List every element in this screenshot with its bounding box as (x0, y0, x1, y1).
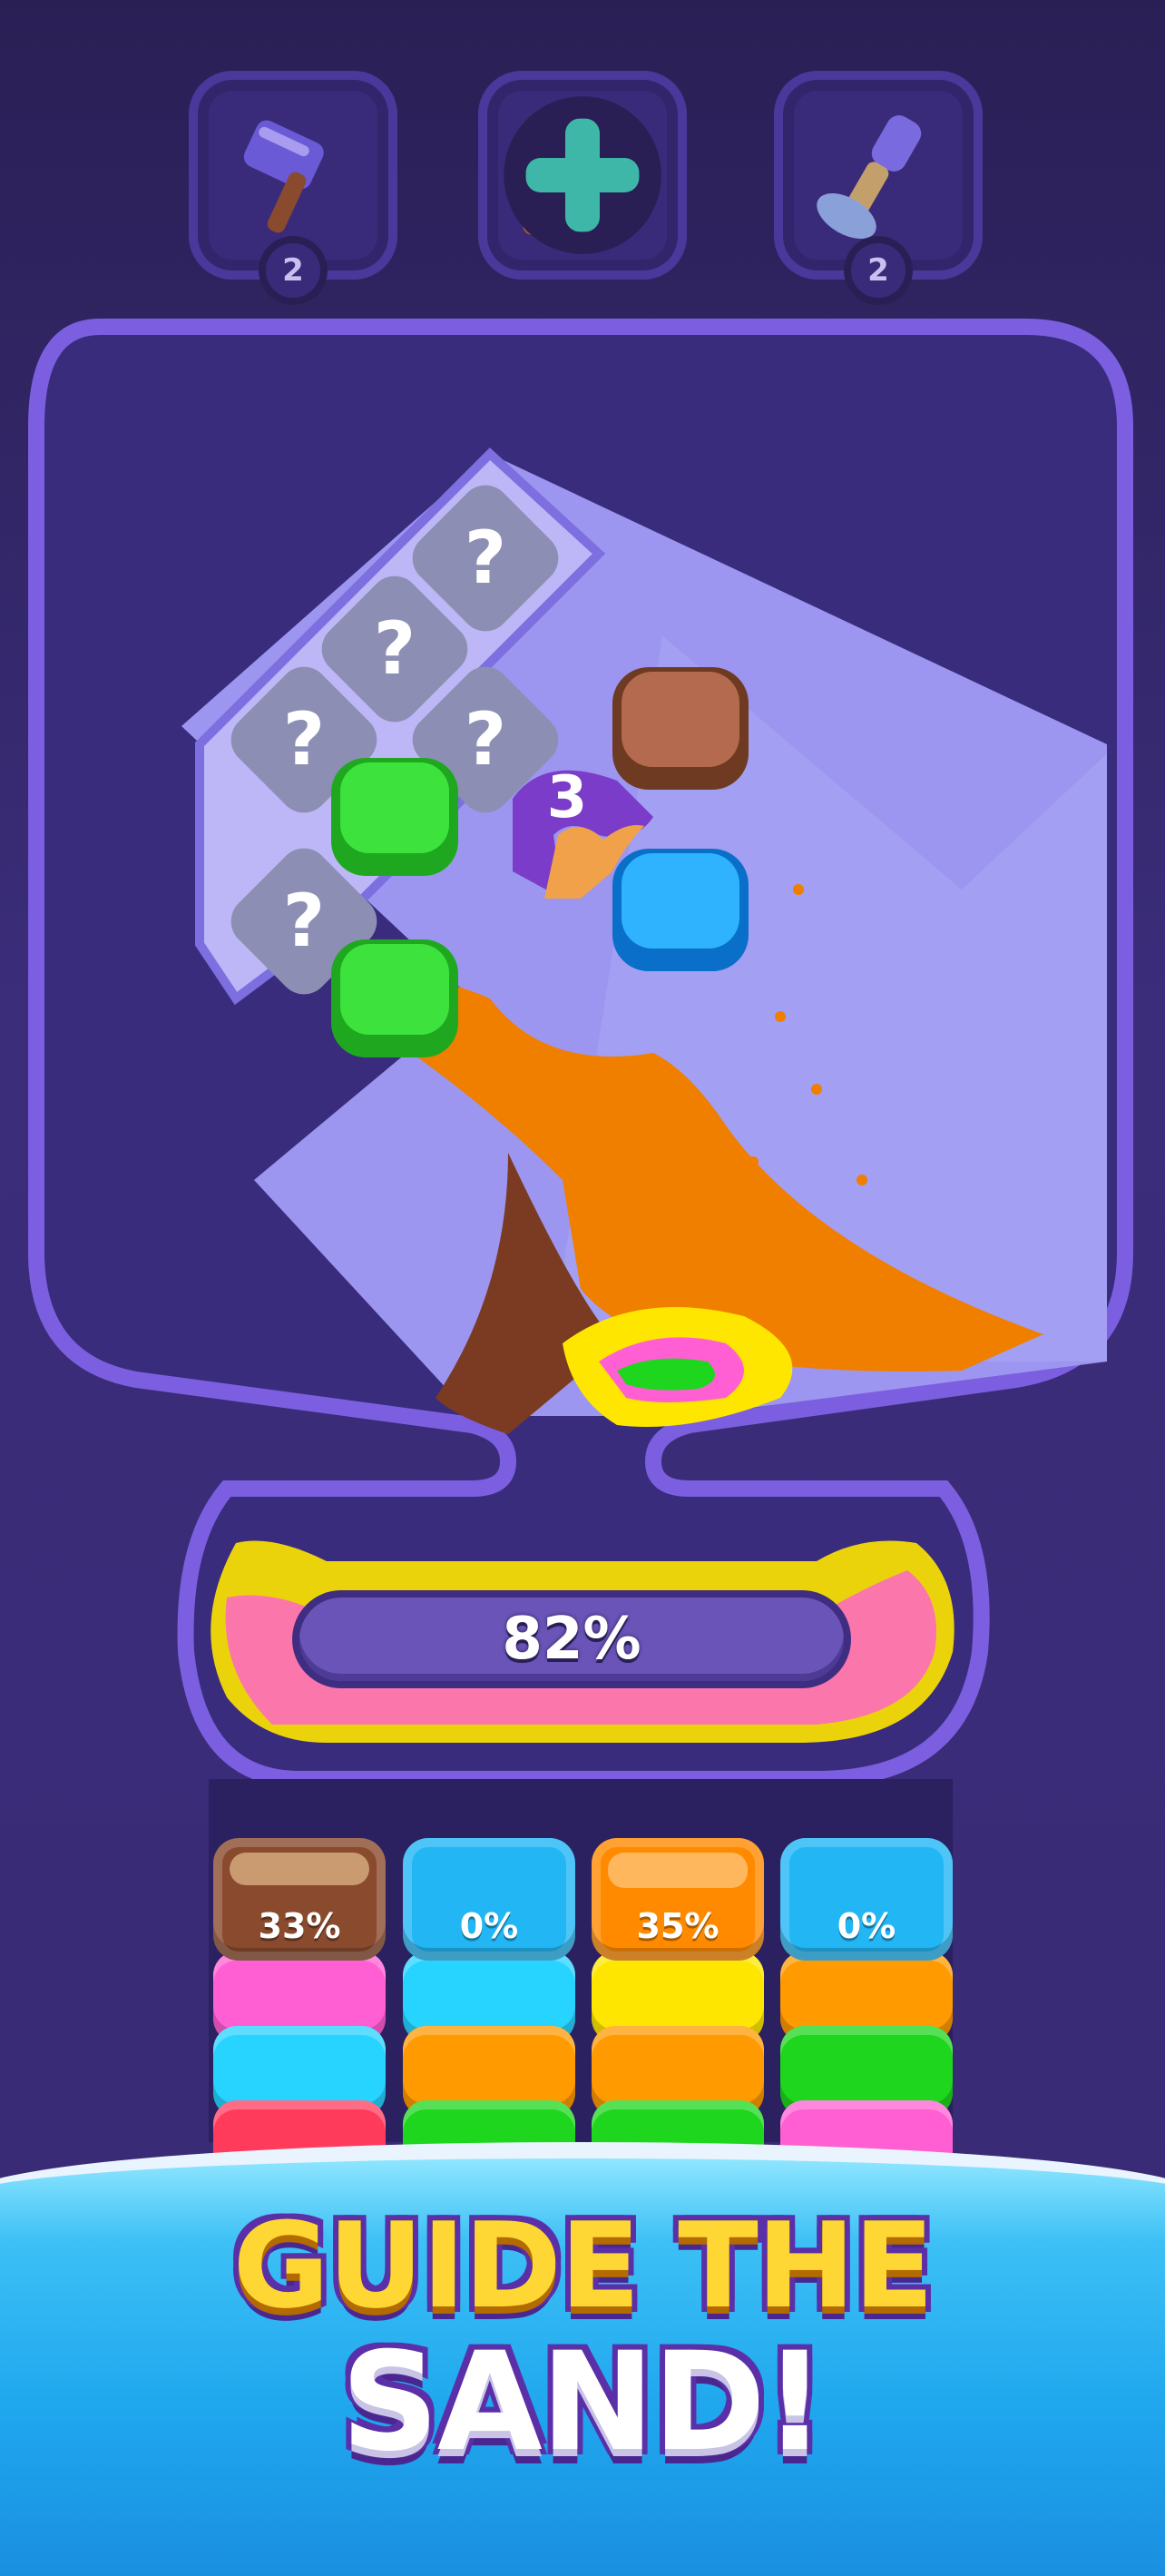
cup-percent-label: 0% (459, 1906, 519, 1946)
blue-block[interactable] (612, 849, 749, 971)
cup-fill (608, 1853, 748, 1888)
brown-block[interactable] (612, 667, 749, 790)
progress-bar: 82% (299, 1598, 844, 1681)
cup-percent-label: 35% (636, 1906, 720, 1946)
svg-text:?: ? (283, 697, 325, 782)
banner-title-line1: GUIDE THE (232, 2197, 935, 2335)
svg-text:?: ? (283, 879, 325, 963)
cup-fill (230, 1853, 369, 1886)
green-block[interactable] (331, 758, 458, 876)
cup-percent-label: 33% (258, 1906, 341, 1946)
cup-percent-label: 0% (837, 1906, 896, 1946)
svg-text:?: ? (374, 606, 416, 691)
green-block[interactable] (331, 939, 458, 1057)
svg-text:?: ? (465, 697, 506, 782)
counter-number: 3 (547, 764, 588, 831)
banner-title-line2: SAND! (340, 2324, 827, 2482)
svg-text:?: ? (465, 516, 506, 600)
